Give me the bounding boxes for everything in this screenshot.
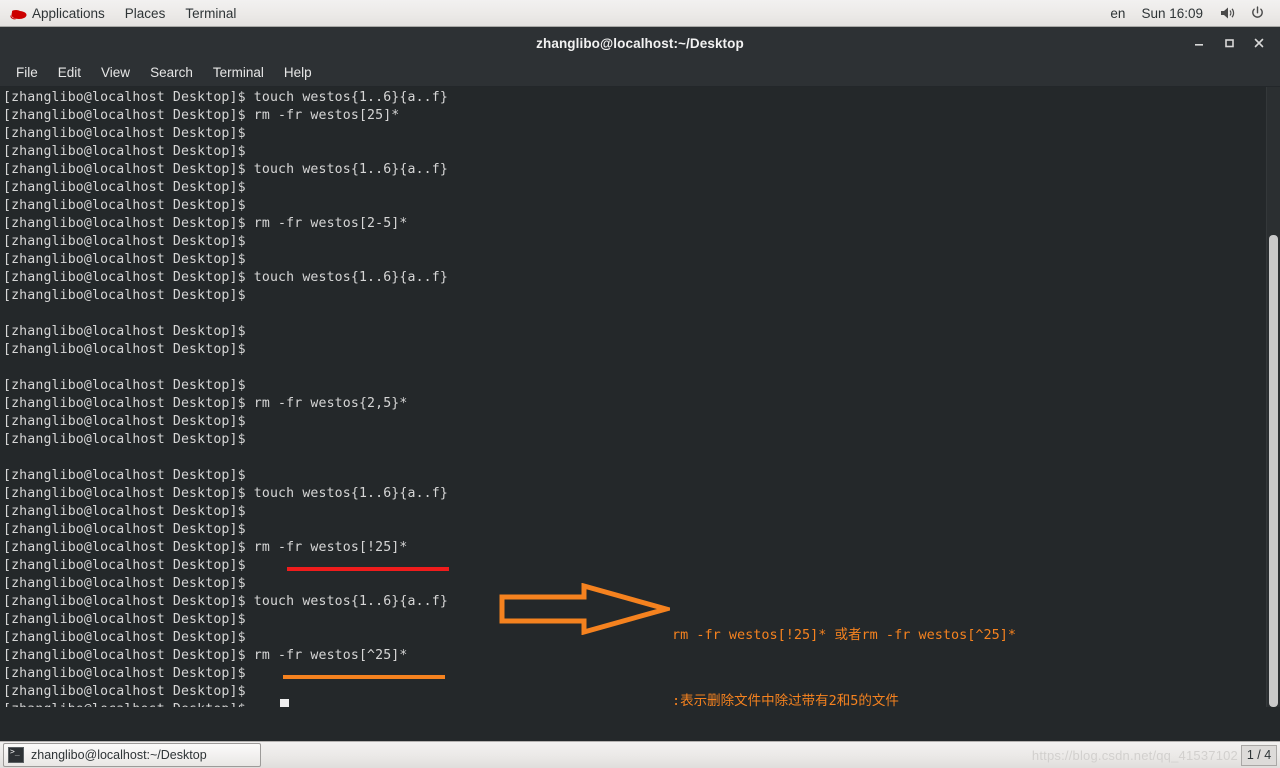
window-title-bar[interactable]: zhanglibo@localhost:~/Desktop — [0, 27, 1280, 59]
terminal-line: [zhanglibo@localhost Desktop]$ — [3, 576, 254, 591]
menu-help[interactable]: Help — [274, 59, 322, 86]
terminal-menu-bar: File Edit View Search Terminal Help — [0, 59, 1280, 87]
volume-icon[interactable] — [1213, 6, 1243, 20]
menu-view[interactable]: View — [91, 59, 140, 86]
terminal-line: [zhanglibo@localhost Desktop]$ rm -fr we… — [3, 648, 408, 663]
terminal-line: [zhanglibo@localhost Desktop]$ touch wes… — [3, 486, 448, 501]
taskbar-window-label: zhanglibo@localhost:~/Desktop — [31, 748, 207, 762]
terminal-text: [zhanglibo@localhost Desktop]$ touch wes… — [3, 89, 448, 707]
terminal-line: [zhanglibo@localhost Desktop]$ rm -fr we… — [3, 396, 408, 411]
desktop-screen: Applications Places Terminal en Sun 16:0… — [0, 0, 1280, 768]
keyboard-language-indicator[interactable]: en — [1104, 6, 1131, 21]
watermark-text: https://blog.csdn.net/qq_41537102 — [1031, 747, 1238, 763]
close-icon — [1254, 38, 1264, 48]
terminal-line: [zhanglibo@localhost Desktop]$ — [3, 558, 254, 573]
workspace-switcher[interactable]: 1 / 4 — [1241, 744, 1277, 766]
terminal-line: [zhanglibo@localhost Desktop]$ rm -fr we… — [3, 108, 400, 123]
panel-menu-places[interactable]: Places — [115, 0, 176, 26]
terminal-line: [zhanglibo@localhost Desktop]$ — [3, 180, 254, 195]
terminal-line: [zhanglibo@localhost Desktop]$ — [3, 378, 254, 393]
menu-terminal[interactable]: Terminal — [203, 59, 274, 86]
terminal-icon — [8, 747, 24, 763]
power-icon[interactable] — [1243, 5, 1272, 21]
terminal-line: [zhanglibo@localhost Desktop]$ — [3, 630, 254, 645]
menu-file[interactable]: File — [6, 59, 48, 86]
terminal-output-area[interactable]: [zhanglibo@localhost Desktop]$ touch wes… — [0, 87, 1280, 707]
terminal-line: [zhanglibo@localhost Desktop]$ — [3, 432, 254, 447]
terminal-line: [zhanglibo@localhost Desktop]$ touch wes… — [3, 90, 448, 105]
terminal-line: [zhanglibo@localhost Desktop]$ — [3, 522, 254, 537]
terminal-window: zhanglibo@localhost:~/Desktop File Edit … — [0, 27, 1280, 741]
close-button[interactable] — [1244, 27, 1274, 59]
terminal-line: [zhanglibo@localhost Desktop]$ — [3, 126, 254, 141]
terminal-scrollbar-thumb[interactable] — [1269, 235, 1278, 707]
terminal-line: [zhanglibo@localhost Desktop]$ — [3, 504, 254, 519]
terminal-line: [zhanglibo@localhost Desktop]$ — [3, 198, 254, 213]
terminal-cursor — [280, 699, 289, 707]
bottom-taskbar: zhanglibo@localhost:~/Desktop https://bl… — [0, 741, 1280, 768]
terminal-line: [zhanglibo@localhost Desktop]$ — [3, 288, 254, 303]
panel-menu-terminal[interactable]: Terminal — [175, 0, 246, 26]
window-title: zhanglibo@localhost:~/Desktop — [536, 35, 744, 51]
terminal-line: [zhanglibo@localhost Desktop]$ touch wes… — [3, 162, 448, 177]
maximize-icon — [1225, 39, 1234, 48]
terminal-line: [zhanglibo@localhost Desktop]$ touch wes… — [3, 270, 448, 285]
terminal-line: [zhanglibo@localhost Desktop]$ — [3, 468, 254, 483]
terminal-line: [zhanglibo@localhost Desktop]$ — [3, 144, 254, 159]
maximize-button[interactable] — [1214, 27, 1244, 59]
terminal-line: [zhanglibo@localhost Desktop]$ — [3, 666, 254, 681]
terminal-line: [zhanglibo@localhost Desktop]$ — [3, 612, 254, 627]
terminal-line: [zhanglibo@localhost Desktop]$ rm -fr we… — [3, 216, 408, 231]
minimize-icon — [1195, 44, 1203, 46]
minimize-button[interactable] — [1184, 27, 1214, 59]
terminal-line: [zhanglibo@localhost Desktop]$ — [3, 701, 448, 707]
window-controls — [1184, 27, 1274, 59]
terminal-line: [zhanglibo@localhost Desktop]$ — [3, 234, 254, 249]
terminal-line: [zhanglibo@localhost Desktop]$ — [3, 684, 254, 699]
terminal-line: [zhanglibo@localhost Desktop]$ rm -fr we… — [3, 540, 408, 555]
terminal-line: [zhanglibo@localhost Desktop]$ — [3, 342, 254, 357]
menu-search[interactable]: Search — [140, 59, 203, 86]
terminal-line: [zhanglibo@localhost Desktop]$ touch wes… — [3, 594, 448, 609]
menu-edit[interactable]: Edit — [48, 59, 91, 86]
terminal-line: [zhanglibo@localhost Desktop]$ — [3, 252, 254, 267]
clock[interactable]: Sun 16:09 — [1131, 6, 1213, 21]
gnome-top-panel: Applications Places Terminal en Sun 16:0… — [0, 0, 1280, 27]
terminal-scrollbar[interactable] — [1266, 87, 1280, 707]
terminal-line: [zhanglibo@localhost Desktop]$ — [3, 414, 254, 429]
top-panel-right-group: en Sun 16:09 — [1104, 0, 1280, 26]
terminal-line: [zhanglibo@localhost Desktop]$ — [3, 324, 254, 339]
redhat-logo-icon — [10, 10, 27, 20]
top-panel-left-group: Applications Places Terminal — [0, 0, 246, 26]
taskbar-window-button[interactable]: zhanglibo@localhost:~/Desktop — [3, 743, 261, 767]
